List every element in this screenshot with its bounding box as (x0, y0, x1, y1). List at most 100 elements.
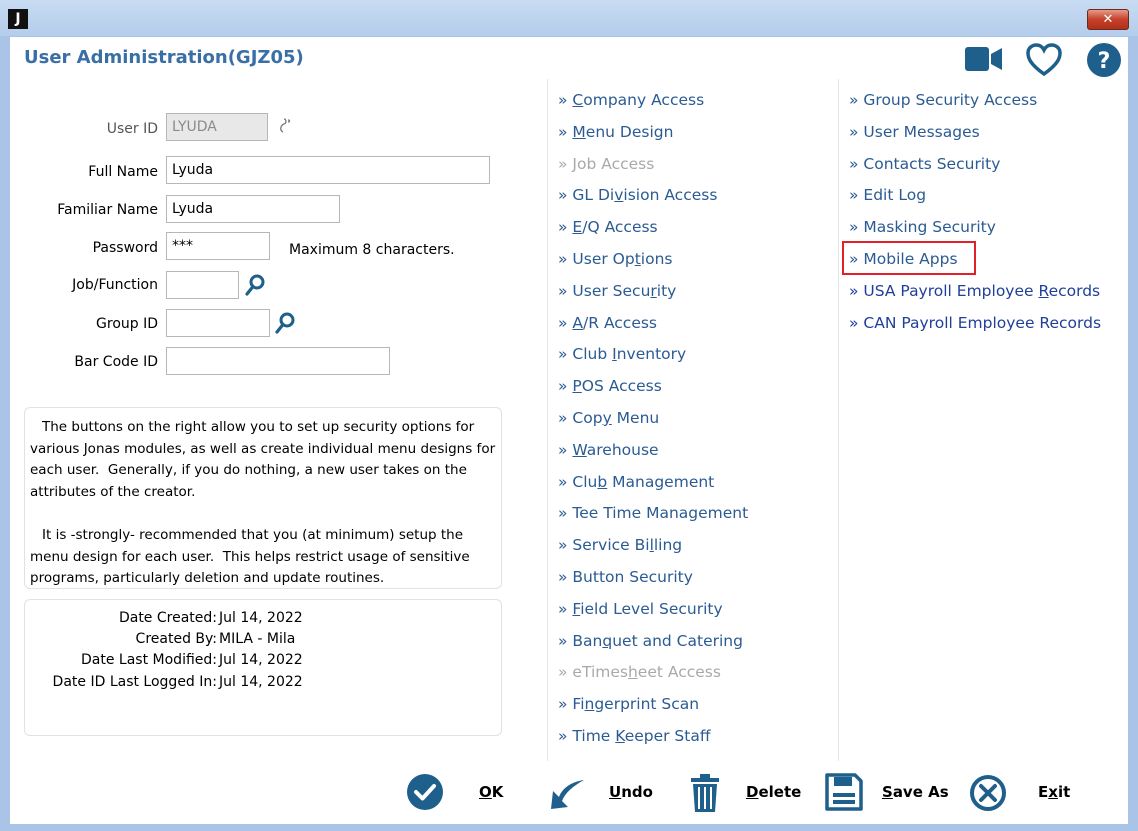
full-name-field[interactable] (166, 156, 490, 184)
video-camera-icon[interactable] (965, 44, 1003, 74)
save-floppy-icon[interactable] (825, 773, 863, 811)
trash-icon[interactable] (690, 773, 720, 813)
link-user-options[interactable]: » User Options (558, 250, 673, 268)
link-text: eet Access (637, 663, 721, 682)
info-panel: The buttons on the right allow you to se… (24, 407, 502, 589)
link-can-payroll-employee-records[interactable]: » CAN Payroll Employee Records (849, 314, 1101, 332)
link-service-billing[interactable]: » Service Billing (558, 536, 682, 554)
meta-label: Date ID Last Logged In: (52, 674, 217, 690)
link-gl-division-access[interactable]: » GL Division Access (558, 186, 717, 204)
info-paragraph-2: It is -strongly- recommended that you (a… (30, 527, 474, 586)
link-field-level-security[interactable]: » Field Level Security (558, 600, 723, 618)
link-text: » Group Security Access (849, 91, 1038, 109)
link-banquet-and-catering[interactable]: » Banquet and Catering (558, 632, 743, 650)
link-text: ob Access (577, 154, 655, 173)
delete-label-post: elete (758, 783, 802, 801)
link-tee-time-management[interactable]: » Tee Time Management (558, 504, 748, 522)
link-warehouse[interactable]: » Warehouse (558, 441, 659, 459)
link-text: » User Op (558, 250, 635, 268)
link-accelerator: W (572, 440, 587, 459)
undo-label-key: U (609, 783, 622, 801)
link-user-security[interactable]: » User Security (558, 282, 676, 300)
link-group-security-access[interactable]: » Group Security Access (849, 91, 1037, 109)
link-accelerator: R (1038, 281, 1049, 300)
link-text: » (558, 377, 573, 396)
link-text: » User Secu (558, 281, 651, 300)
link-button-security[interactable]: » Button Security (558, 568, 693, 586)
link-accelerator: C (572, 91, 584, 109)
bar-code-id-field[interactable] (166, 347, 390, 375)
link-text: » (558, 122, 573, 141)
link-text: enu Design (585, 122, 674, 141)
meta-label: Created By: (135, 631, 217, 647)
link-fingerprint-scan[interactable]: » Fingerprint Scan (558, 695, 699, 713)
link-masking-security[interactable]: » Masking Security (849, 218, 996, 236)
password-field[interactable] (166, 232, 270, 260)
link-copy-menu[interactable]: » Copy Menu (558, 409, 659, 427)
link-accelerator: b (597, 472, 608, 491)
link-text: gerprint Scan (594, 695, 700, 714)
link-text: » Clu (558, 472, 598, 491)
link-text: » (558, 218, 573, 237)
link-a-r-access[interactable]: » A/R Access (558, 314, 657, 332)
exit-x-circle-icon[interactable] (969, 774, 1007, 812)
group-id-field[interactable] (166, 309, 270, 337)
link-text: ecords (1048, 281, 1101, 300)
close-button[interactable]: ✕ (1087, 9, 1129, 30)
ok-check-icon[interactable] (406, 773, 444, 811)
heart-icon[interactable] (1026, 43, 1062, 77)
link-text: » Service Bi (558, 536, 650, 555)
link-e-q-access[interactable]: » E/Q Access (558, 218, 658, 236)
link-usa-payroll-employee-records[interactable]: » USA Payroll Employee Records (849, 282, 1100, 300)
undo-button[interactable]: Undo (609, 783, 653, 801)
link-pos-access[interactable]: » POS Access (558, 377, 662, 395)
lookup-curl-icon[interactable] (276, 117, 292, 133)
exit-button[interactable]: Exit (1038, 783, 1070, 801)
ok-label-key: O (479, 783, 492, 801)
link-text: nventory (616, 345, 687, 364)
familiar-name-field[interactable] (166, 195, 340, 223)
exit-label-post: it (1057, 783, 1071, 801)
help-icon[interactable]: ? (1086, 42, 1122, 78)
link-menu-design[interactable]: » Menu Design (558, 123, 673, 141)
link-user-messages[interactable]: » User Messages (849, 123, 980, 141)
link-accelerator: q (602, 631, 613, 650)
job-function-search-icon[interactable] (245, 274, 265, 296)
link-text: ity (656, 281, 677, 300)
save-as-label-post: ave As (892, 783, 949, 801)
user-id-field[interactable] (166, 113, 268, 141)
svg-text:?: ? (1098, 49, 1111, 74)
link-job-access: » Job Access (558, 155, 654, 173)
link-accelerator: h (627, 663, 638, 682)
link-text: /R Access (583, 313, 658, 332)
meta-row: Date Created: Jul 14, 2022 (25, 610, 503, 631)
meta-label: Date Last Modified: (81, 652, 217, 668)
meta-label: Date Created: (118, 610, 217, 626)
link-time-keeper-staff[interactable]: » Time Keeper Staff (558, 727, 711, 745)
link-text: » Button Security (558, 568, 693, 586)
undo-arrow-icon[interactable] (546, 777, 586, 811)
link-text: OS Access (581, 377, 662, 396)
link-text: » eTimes (558, 663, 628, 682)
link-contacts-security[interactable]: » Contacts Security (849, 155, 1000, 173)
link-text: ling (653, 536, 683, 555)
ok-label-post: K (491, 783, 504, 801)
link-text: » (558, 154, 573, 173)
save-as-button[interactable]: Save As (882, 783, 949, 801)
link-text: ompany Access (583, 91, 705, 109)
link-text: » (558, 313, 573, 332)
link-accelerator: K (615, 727, 625, 745)
job-function-field[interactable] (166, 271, 239, 299)
link-club-inventory[interactable]: » Club Inventory (558, 345, 686, 363)
undo-label-post: ndo (621, 783, 653, 801)
meta-value: MILA - Mila (219, 631, 296, 647)
link-text: » (558, 440, 573, 459)
ok-button[interactable]: OK (479, 783, 503, 801)
link-accelerator: M (572, 122, 586, 141)
delete-button[interactable]: Delete (746, 783, 801, 801)
link-edit-log[interactable]: » Edit Log (849, 186, 926, 204)
link-company-access[interactable]: » Company Access (558, 91, 704, 109)
bar-code-id-label: Bar Code ID (74, 354, 158, 370)
link-club-management[interactable]: » Club Management (558, 473, 714, 491)
group-id-search-icon[interactable] (275, 312, 295, 334)
